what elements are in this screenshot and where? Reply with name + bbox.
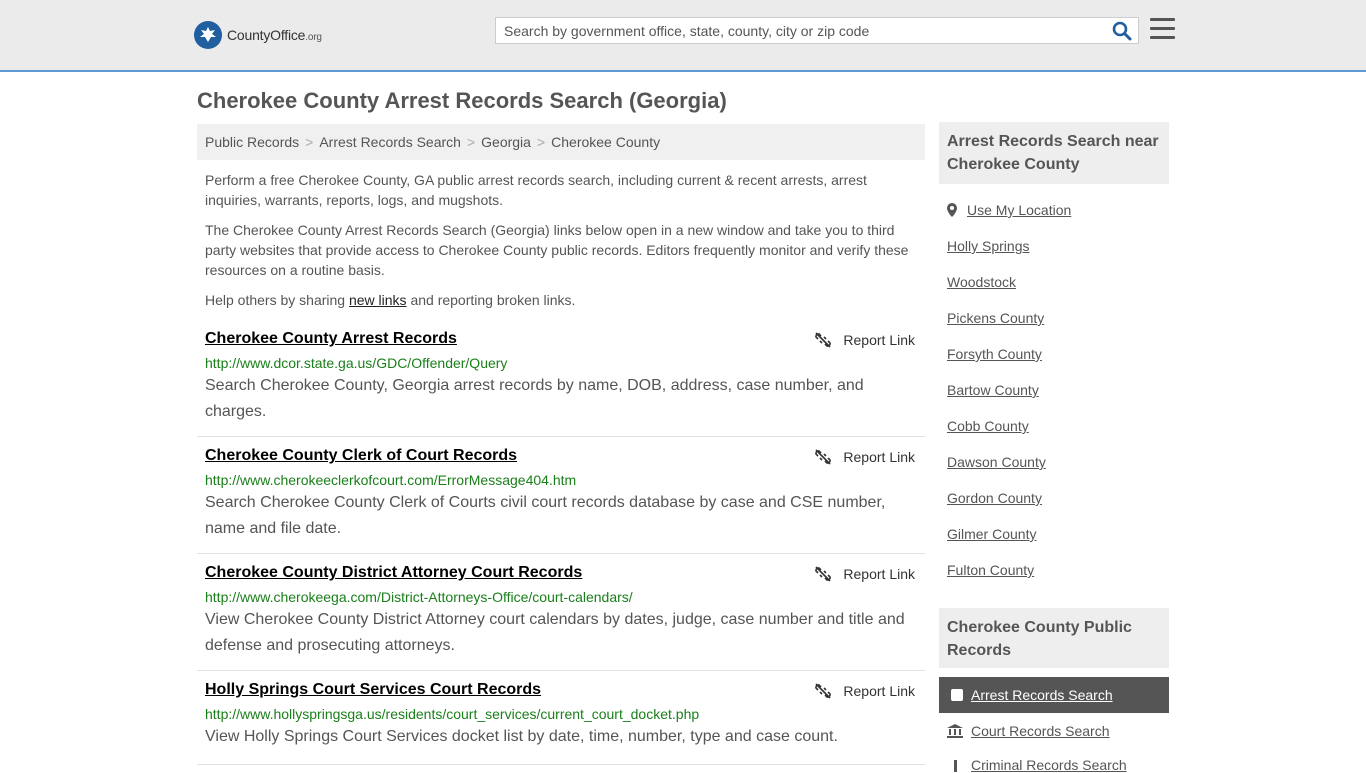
result-title-link[interactable]: Cherokee County Arrest Records bbox=[205, 330, 457, 348]
nearby-link-bartow-county[interactable]: Bartow County bbox=[947, 382, 1039, 398]
disclaimer-paragraph: The Cherokee County Arrest Records Searc… bbox=[205, 222, 909, 278]
intro-paragraph: Perform a free Cherokee County, GA publi… bbox=[205, 172, 867, 208]
result-url: http://www.hollyspringsga.us/residents/c… bbox=[205, 706, 700, 722]
nearby-link-fulton-county[interactable]: Fulton County bbox=[947, 562, 1034, 578]
broken-link-icon bbox=[815, 449, 832, 465]
map-pin-icon bbox=[947, 203, 957, 217]
logo-text: CountyOffice.org bbox=[227, 27, 322, 43]
result-description: View Cherokee County District Attorney c… bbox=[205, 611, 905, 654]
result-title-link[interactable]: Cherokee County Clerk of Court Records bbox=[205, 447, 517, 465]
nearby-link-pickens-county[interactable]: Pickens County bbox=[947, 310, 1044, 326]
logo-emblem-icon bbox=[194, 21, 222, 49]
nearby-link-holly-springs[interactable]: Holly Springs bbox=[947, 238, 1029, 254]
public-records-heading: Cherokee County Public Records bbox=[939, 608, 1169, 668]
result-title-link[interactable]: Cherokee County District Attorney Court … bbox=[205, 564, 582, 582]
nearby-link-cobb-county[interactable]: Cobb County bbox=[947, 418, 1029, 434]
new-links-link[interactable]: new links bbox=[349, 292, 407, 308]
result-description: View Holly Springs Court Services docket… bbox=[205, 728, 838, 745]
breadcrumb-arrest-records-search[interactable]: Arrest Records Search bbox=[319, 134, 461, 150]
sidebar-item-arrest-records-search[interactable]: Arrest Records Search bbox=[939, 677, 1169, 713]
sidebar-item-court-records-search[interactable]: Court Records Search bbox=[947, 723, 1110, 739]
result-url: http://www.cherokeeclerkofcourt.com/Erro… bbox=[205, 472, 577, 488]
breadcrumb-separator: > bbox=[536, 134, 546, 150]
result-item: Cherokee County District Attorney Court … bbox=[197, 558, 925, 671]
search-input[interactable] bbox=[496, 18, 1096, 43]
result-title-link[interactable]: Holly Springs Court Services Court Recor… bbox=[205, 681, 541, 699]
result-description: Search Cherokee County, Georgia arrest r… bbox=[205, 377, 864, 420]
broken-link-icon bbox=[815, 683, 832, 699]
breadcrumb-separator: > bbox=[305, 134, 314, 150]
broken-link-icon bbox=[815, 566, 832, 582]
checkbox-icon bbox=[951, 689, 963, 701]
search-icon[interactable] bbox=[1112, 21, 1132, 41]
breadcrumb-public-records[interactable]: Public Records bbox=[205, 134, 299, 150]
broken-link-icon bbox=[815, 332, 832, 348]
result-description: Search Cherokee County Clerk of Courts c… bbox=[205, 494, 886, 537]
result-item: Cherokee County Arrest Records Report Li… bbox=[197, 324, 925, 437]
nearby-heading: Arrest Records Search near Cherokee Coun… bbox=[939, 122, 1169, 184]
nearby-link-gordon-county[interactable]: Gordon County bbox=[947, 490, 1042, 506]
search-bar bbox=[495, 17, 1139, 44]
report-link-button[interactable]: Report Link bbox=[815, 566, 915, 582]
nearby-link-dawson-county[interactable]: Dawson County bbox=[947, 454, 1046, 470]
page-title: Cherokee County Arrest Records Search (G… bbox=[197, 88, 727, 113]
result-url: http://www.cherokeega.com/District-Attor… bbox=[205, 589, 633, 605]
breadcrumb-cherokee-county[interactable]: Cherokee County bbox=[551, 134, 660, 150]
report-link-button[interactable]: Report Link bbox=[815, 683, 915, 699]
courthouse-icon bbox=[947, 724, 963, 738]
report-link-button[interactable]: Report Link bbox=[815, 449, 915, 465]
hamburger-menu-icon[interactable] bbox=[1150, 18, 1175, 42]
nearby-link-woodstock[interactable]: Woodstock bbox=[947, 274, 1016, 290]
site-logo[interactable]: CountyOffice.org bbox=[194, 20, 322, 50]
nearby-link-gilmer-county[interactable]: Gilmer County bbox=[947, 526, 1036, 542]
site-header: CountyOffice.org bbox=[0, 0, 1366, 72]
breadcrumb: Public Records > Arrest Records Search > Geo… bbox=[197, 124, 925, 160]
result-item: Cherokee County Clerk of Court Records R… bbox=[197, 441, 925, 554]
use-my-location-link[interactable]: Use My Location bbox=[947, 202, 1071, 218]
result-item: Holly Springs Court Services Court Recor… bbox=[197, 675, 925, 765]
share-paragraph: Help others by sharing new links and rep… bbox=[205, 292, 576, 308]
criminal-records-icon bbox=[954, 760, 957, 772]
breadcrumb-georgia[interactable]: Georgia bbox=[481, 134, 531, 150]
sidebar-item-criminal-records-search[interactable]: Criminal Records Search bbox=[947, 757, 1127, 773]
report-link-button[interactable]: Report Link bbox=[815, 332, 915, 348]
result-url: http://www.dcor.state.ga.us/GDC/Offender… bbox=[205, 355, 508, 371]
nearby-link-forsyth-county[interactable]: Forsyth County bbox=[947, 346, 1042, 362]
breadcrumb-separator: > bbox=[466, 134, 476, 150]
